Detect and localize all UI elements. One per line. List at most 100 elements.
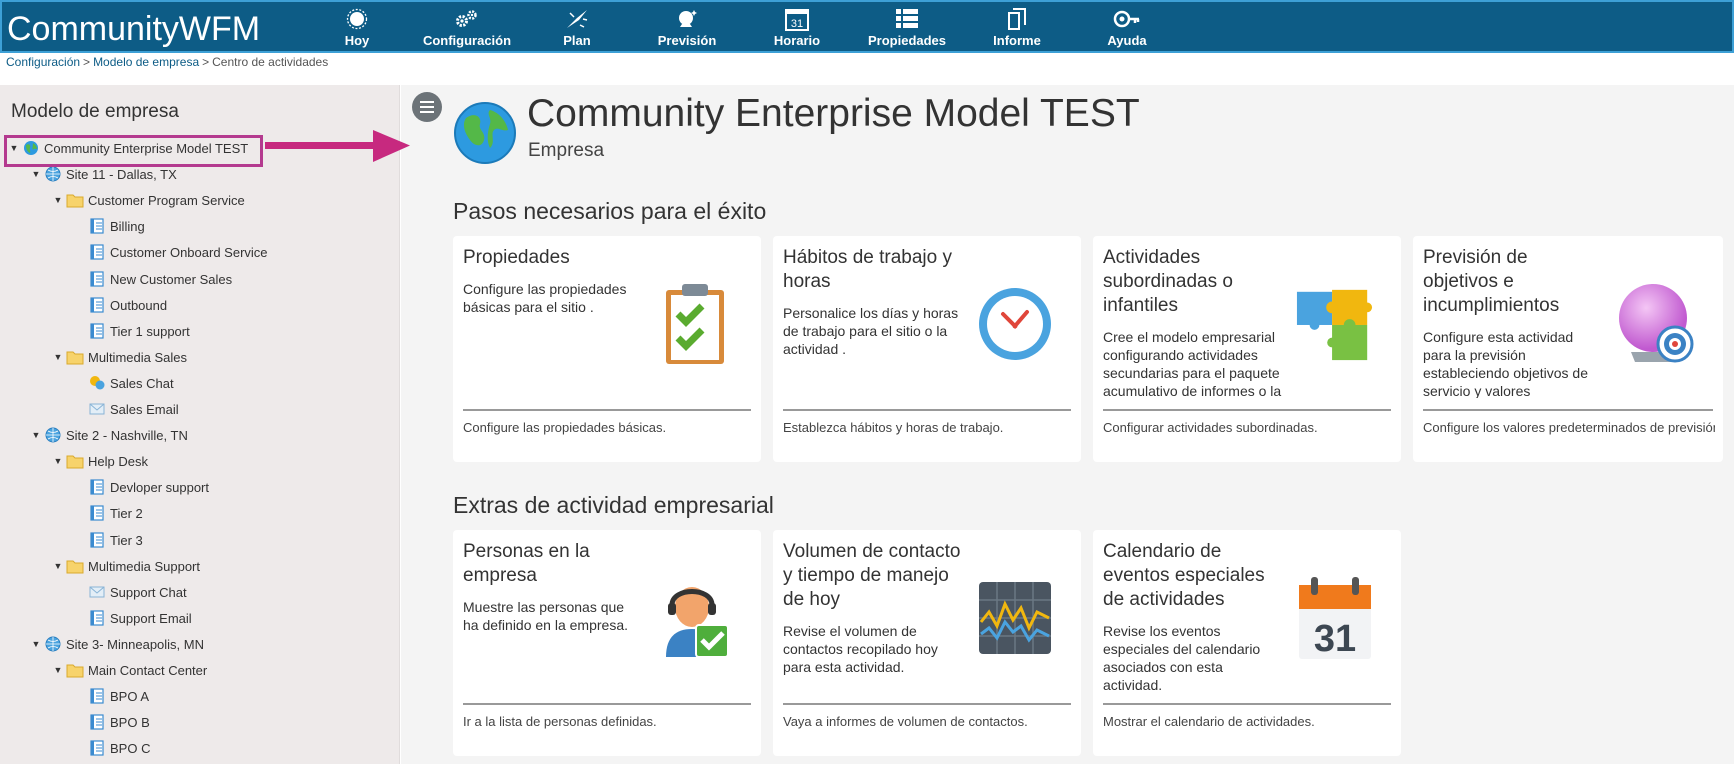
card-link[interactable]: Vaya a informes de volumen de contactos. <box>783 714 1073 729</box>
tree-item[interactable]: ▼Tier 3 <box>74 529 143 551</box>
tree-item[interactable]: ▼Billing <box>74 215 145 237</box>
nav-label: Horario <box>773 33 821 48</box>
tree-item-label: Site 11 - Dallas, TX <box>66 166 177 182</box>
tree-item[interactable]: ▼Devloper support <box>74 476 209 498</box>
card-link[interactable]: Configure los valores predeterminados de… <box>1423 420 1715 435</box>
tree-item[interactable]: ▼Tier 2 <box>74 502 143 524</box>
card-description: Configure las propiedades básicas para e… <box>463 281 627 315</box>
tree-item[interactable]: ▼New Customer Sales <box>74 268 232 290</box>
tree-item-label: Tier 1 support <box>110 323 190 339</box>
tree-item-label: Billing <box>110 218 145 234</box>
activity-icon <box>88 323 106 339</box>
expand-caret-icon[interactable]: ▼ <box>52 456 64 466</box>
document-icon <box>1005 2 1029 32</box>
nav-label: Previsión <box>657 33 717 48</box>
breadcrumb-modelo-empresa[interactable]: Modelo de empresa <box>93 55 199 69</box>
activity-icon <box>88 479 106 495</box>
tree-item-label: BPO C <box>110 740 151 756</box>
breadcrumb-configuracion[interactable]: Configuración <box>6 55 80 69</box>
tree-item[interactable]: ▼Customer Onboard Service <box>74 241 268 263</box>
tree-item[interactable]: ▼Support Email <box>74 607 192 629</box>
tree-item-label: New Customer Sales <box>110 271 233 287</box>
tree-item[interactable]: ▼ Customer Program Service <box>52 189 245 211</box>
expand-caret-icon[interactable]: ▼ <box>30 639 42 649</box>
card-divider <box>463 409 751 411</box>
expand-caret-icon[interactable]: ▼ <box>52 561 64 571</box>
card-link[interactable]: Configure las propiedades básicas. <box>463 420 753 435</box>
hamburger-icon <box>420 101 434 113</box>
tree-item[interactable]: ▼ Site 2 - Nashville, TN <box>30 424 188 446</box>
nav-label: Propiedades <box>867 33 947 48</box>
tree-item[interactable]: ▼ Site 3- Minneapolis, MN <box>30 633 204 655</box>
nav-ayuda[interactable]: Ayuda <box>1072 2 1182 55</box>
tree-item[interactable]: ▼BPO C <box>74 737 150 759</box>
page-subtitle: Empresa <box>528 140 605 161</box>
tree-item[interactable]: ▼ Multimedia Sales <box>52 346 187 368</box>
activity-icon <box>88 218 106 234</box>
nav-label: Hoy <box>344 33 370 48</box>
activity-icon <box>88 244 106 260</box>
card-link[interactable]: Mostrar el calendario de actividades. <box>1103 714 1393 729</box>
tree-item[interactable]: ▼Sales Email <box>74 398 179 420</box>
tree-item[interactable]: ▼Tier 1 support <box>74 320 190 342</box>
breadcrumb: Configuración > Modelo de empresa > Centro d… <box>6 55 328 69</box>
list-icon <box>894 2 920 32</box>
tree-item[interactable]: ▼Outbound <box>74 294 167 316</box>
nav-informe[interactable]: Informe <box>962 2 1072 55</box>
nav-hoy[interactable]: Hoy <box>302 2 412 55</box>
expand-caret-icon[interactable]: ▼ <box>52 665 64 675</box>
card-calendario-eventos[interactable]: Calendario de eventos especiales de acti… <box>1093 530 1401 756</box>
card-propiedades[interactable]: Propiedades Configure las propiedades bá… <box>453 236 761 462</box>
tree-item[interactable]: ▼BPO A <box>74 685 149 707</box>
card-title: Calendario de eventos especiales de acti… <box>1103 541 1265 610</box>
activity-icon <box>88 610 106 626</box>
nav-propiedades[interactable]: Propiedades <box>852 2 962 55</box>
nav-horario[interactable]: 31 Horario <box>742 2 852 55</box>
card-link[interactable]: Ir a la lista de personas definidas. <box>463 714 753 729</box>
card-description: Cree el modelo empresarial configurando … <box>1103 329 1282 398</box>
card-link[interactable]: Establezca hábitos y horas de trabajo. <box>783 420 1073 435</box>
top-bar: CommunityWFM Hoy Configuración Plan Prev… <box>0 0 1734 53</box>
expand-caret-icon[interactable]: ▼ <box>30 169 42 179</box>
site-icon <box>44 166 62 182</box>
nav-configuracion[interactable]: Configuración <box>412 2 522 55</box>
calendar-icon: 31 <box>784 2 810 32</box>
tree-item[interactable]: ▼Support Chat <box>74 581 187 603</box>
card-title: Actividades subordinadas o infantiles <box>1103 247 1233 316</box>
nav-prevision[interactable]: Previsión <box>632 2 742 55</box>
page-title: Community Enterprise Model TEST <box>527 92 1140 135</box>
puzzle-icon <box>1295 284 1375 364</box>
tree-item[interactable]: ▼ Main Contact Center <box>52 659 208 681</box>
expand-caret-icon[interactable]: ▼ <box>30 430 42 440</box>
chat-icon <box>88 375 106 391</box>
tree-item[interactable]: ▼ Help Desk <box>52 450 148 472</box>
globe-icon <box>452 100 518 171</box>
app-brand[interactable]: CommunityWFM <box>7 10 260 49</box>
card-personas[interactable]: Personas en la empresa Muestre las perso… <box>453 530 761 756</box>
tree-item-label: Site 3- Minneapolis, MN <box>66 636 204 652</box>
activity-icon <box>88 532 106 548</box>
calendar-day-text: 31 <box>1314 618 1356 659</box>
activity-icon <box>88 740 106 756</box>
card-link[interactable]: Configurar actividades subordinadas. <box>1103 420 1393 435</box>
card-habitos[interactable]: Hábitos de trabajo y horas Personalice l… <box>773 236 1081 462</box>
nav-label: Plan <box>563 33 591 48</box>
menu-toggle-button[interactable] <box>412 92 442 122</box>
tree-item-label: Outbound <box>110 297 168 313</box>
expand-caret-icon[interactable]: ▼ <box>52 195 64 205</box>
card-description: Revise los eventos especiales del calend… <box>1103 623 1261 693</box>
nav-plan[interactable]: Plan <box>522 2 632 55</box>
tree-item[interactable]: ▼Sales Chat <box>74 372 174 394</box>
folder-icon <box>66 453 84 469</box>
card-prevision-objetivos[interactable]: Previsión de objetivos e incumplimientos… <box>1413 236 1723 462</box>
card-actividades-subordinadas[interactable]: Actividades subordinadas o infantiles Cr… <box>1093 236 1401 462</box>
tree-item[interactable]: ▼BPO B <box>74 711 150 733</box>
card-divider <box>783 703 1071 705</box>
nav-label: Informe <box>993 33 1041 48</box>
card-description: Personalice los días y horas de trabajo … <box>783 305 959 357</box>
card-volumen-contacto[interactable]: Volumen de contacto y tiempo de manejo d… <box>773 530 1081 756</box>
highlight-box <box>4 135 263 167</box>
expand-caret-icon[interactable]: ▼ <box>52 352 64 362</box>
card-description: Configure esta actividad para la previsi… <box>1423 329 1589 398</box>
tree-item[interactable]: ▼ Multimedia Support <box>52 555 200 577</box>
